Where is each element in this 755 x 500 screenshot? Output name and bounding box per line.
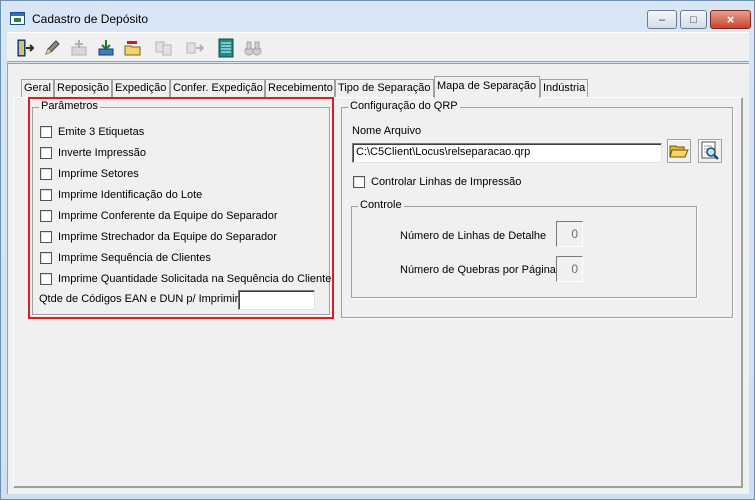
checkbox[interactable] <box>40 273 52 285</box>
app-window-icon <box>10 12 25 25</box>
file-name-label: Nome Arquivo <box>352 125 422 137</box>
parametros-legend: Parâmetros <box>39 100 100 112</box>
tab-recebimento[interactable]: Recebimento <box>265 79 335 98</box>
close-icon: × <box>726 12 735 27</box>
page-breaks-label: Número de Quebras por Página <box>400 264 556 276</box>
tab-label: Recebimento <box>268 82 333 94</box>
tab-label: Expedição <box>115 82 167 94</box>
tab-label: Indústria <box>543 82 586 94</box>
option-imprime-setores[interactable]: Imprime Setores <box>40 166 139 182</box>
option-label: Imprime Sequência de Clientes <box>58 252 211 264</box>
tab-expedicao[interactable]: Expedição <box>112 79 170 98</box>
list-button[interactable] <box>214 36 237 59</box>
controle-legend: Controle <box>358 199 404 211</box>
qtde-codigos-input[interactable] <box>238 290 315 310</box>
tab-reposicao[interactable]: Reposição <box>54 79 112 98</box>
tab-label: Mapa de Separação <box>437 80 537 92</box>
checkbox[interactable] <box>353 176 365 188</box>
tab-geral[interactable]: Geral <box>21 79 54 98</box>
exit-door-icon <box>17 39 34 56</box>
option-label: Imprime Conferente da Equipe do Separado… <box>58 210 278 222</box>
window-title: Cadastro de Depósito <box>32 12 149 26</box>
checkbox[interactable] <box>40 252 52 264</box>
control-lines-option[interactable]: Controlar Linhas de Impressão <box>353 174 521 190</box>
grid-list-icon <box>218 38 233 57</box>
option-label: Imprime Setores <box>58 168 139 180</box>
save-tray-icon <box>98 39 113 55</box>
option-label: Imprime Identificação do Lote <box>58 189 203 201</box>
maximize-button[interactable]: □ <box>680 10 707 29</box>
close-button[interactable]: × <box>710 10 751 29</box>
checkbox[interactable] <box>40 126 52 138</box>
transfer-icon <box>186 42 204 53</box>
save-button[interactable] <box>94 36 117 59</box>
delete-button[interactable] <box>121 36 144 59</box>
option-label: Imprime Strechador da Equipe do Separado… <box>58 231 277 243</box>
page-breaks-input[interactable]: 0 <box>556 256 583 282</box>
add-record-icon <box>71 39 86 55</box>
pencil-edit-icon <box>44 39 60 55</box>
browse-file-button[interactable] <box>667 139 691 163</box>
maximize-icon: □ <box>690 13 697 26</box>
option-label: Imprime Quantidade Solicitada na Sequênc… <box>58 273 332 285</box>
checkbox[interactable] <box>40 147 52 159</box>
main-window: Cadastro de Depósito – □ × Geral Reposiç… <box>0 0 755 500</box>
control-lines-label: Controlar Linhas de Impressão <box>371 176 522 188</box>
copy-records-icon <box>155 41 171 55</box>
title-bar[interactable]: Cadastro de Depósito – □ × <box>1 1 754 31</box>
option-identificacao-lote[interactable]: Imprime Identificação do Lote <box>40 187 202 203</box>
detail-lines-input[interactable]: 0 <box>556 221 583 247</box>
preview-magnifier-icon <box>701 141 719 160</box>
option-label: Inverte Impressão <box>58 147 147 159</box>
option-conferente-equipe[interactable]: Imprime Conferente da Equipe do Separado… <box>40 208 278 224</box>
option-inverte-impressao[interactable]: Inverte Impressão <box>40 145 146 161</box>
binoculars-icon <box>244 41 261 55</box>
minimize-button[interactable]: – <box>647 10 677 29</box>
file-name-input[interactable]: C:\C5Client\Locus\relseparacao.qrp <box>352 143 662 163</box>
delete-folder-icon <box>124 40 140 55</box>
option-emite-etiquetas[interactable]: Emite 3 Etiquetas <box>40 124 144 140</box>
new-button[interactable] <box>67 36 90 59</box>
checkbox[interactable] <box>40 231 52 243</box>
option-sequencia-clientes[interactable]: Imprime Sequência de Clientes <box>40 250 211 266</box>
tab-label: Geral <box>24 82 51 94</box>
toolbar <box>7 32 749 62</box>
tab-label: Reposição <box>57 82 109 94</box>
minimize-icon: – <box>658 13 666 26</box>
checkbox[interactable] <box>40 168 52 180</box>
option-strechador-equipe[interactable]: Imprime Strechador da Equipe do Separado… <box>40 229 277 245</box>
folder-open-icon <box>669 145 689 158</box>
checkbox[interactable] <box>40 210 52 222</box>
exit-button[interactable] <box>13 36 36 59</box>
edit-button[interactable] <box>40 36 63 59</box>
controle-group: Controle <box>351 199 697 298</box>
tab-label: Confer. Expedição <box>173 82 263 94</box>
copy-button[interactable] <box>152 36 175 59</box>
detail-lines-label: Número de Linhas de Detalhe <box>400 230 547 242</box>
find-button[interactable] <box>241 36 264 59</box>
option-quantidade-solicitada[interactable]: Imprime Quantidade Solicitada na Sequênc… <box>40 271 331 287</box>
qtde-codigos-label: Qtde de Códigos EAN e DUN p/ Imprimir <box>39 293 239 305</box>
tab-mapa-separacao[interactable]: Mapa de Separação <box>434 76 540 98</box>
option-label: Emite 3 Etiquetas <box>58 126 145 138</box>
preview-button[interactable] <box>698 139 722 163</box>
tab-confer-expedicao[interactable]: Confer. Expedição <box>170 79 265 98</box>
tab-industria[interactable]: Indústria <box>540 79 588 98</box>
transfer-button[interactable] <box>183 36 206 59</box>
qrp-legend: Configuração do QRP <box>348 100 460 112</box>
tab-label: Tipo de Separação <box>338 82 431 94</box>
checkbox[interactable] <box>40 189 52 201</box>
tab-tipo-separacao[interactable]: Tipo de Separação <box>335 79 434 98</box>
